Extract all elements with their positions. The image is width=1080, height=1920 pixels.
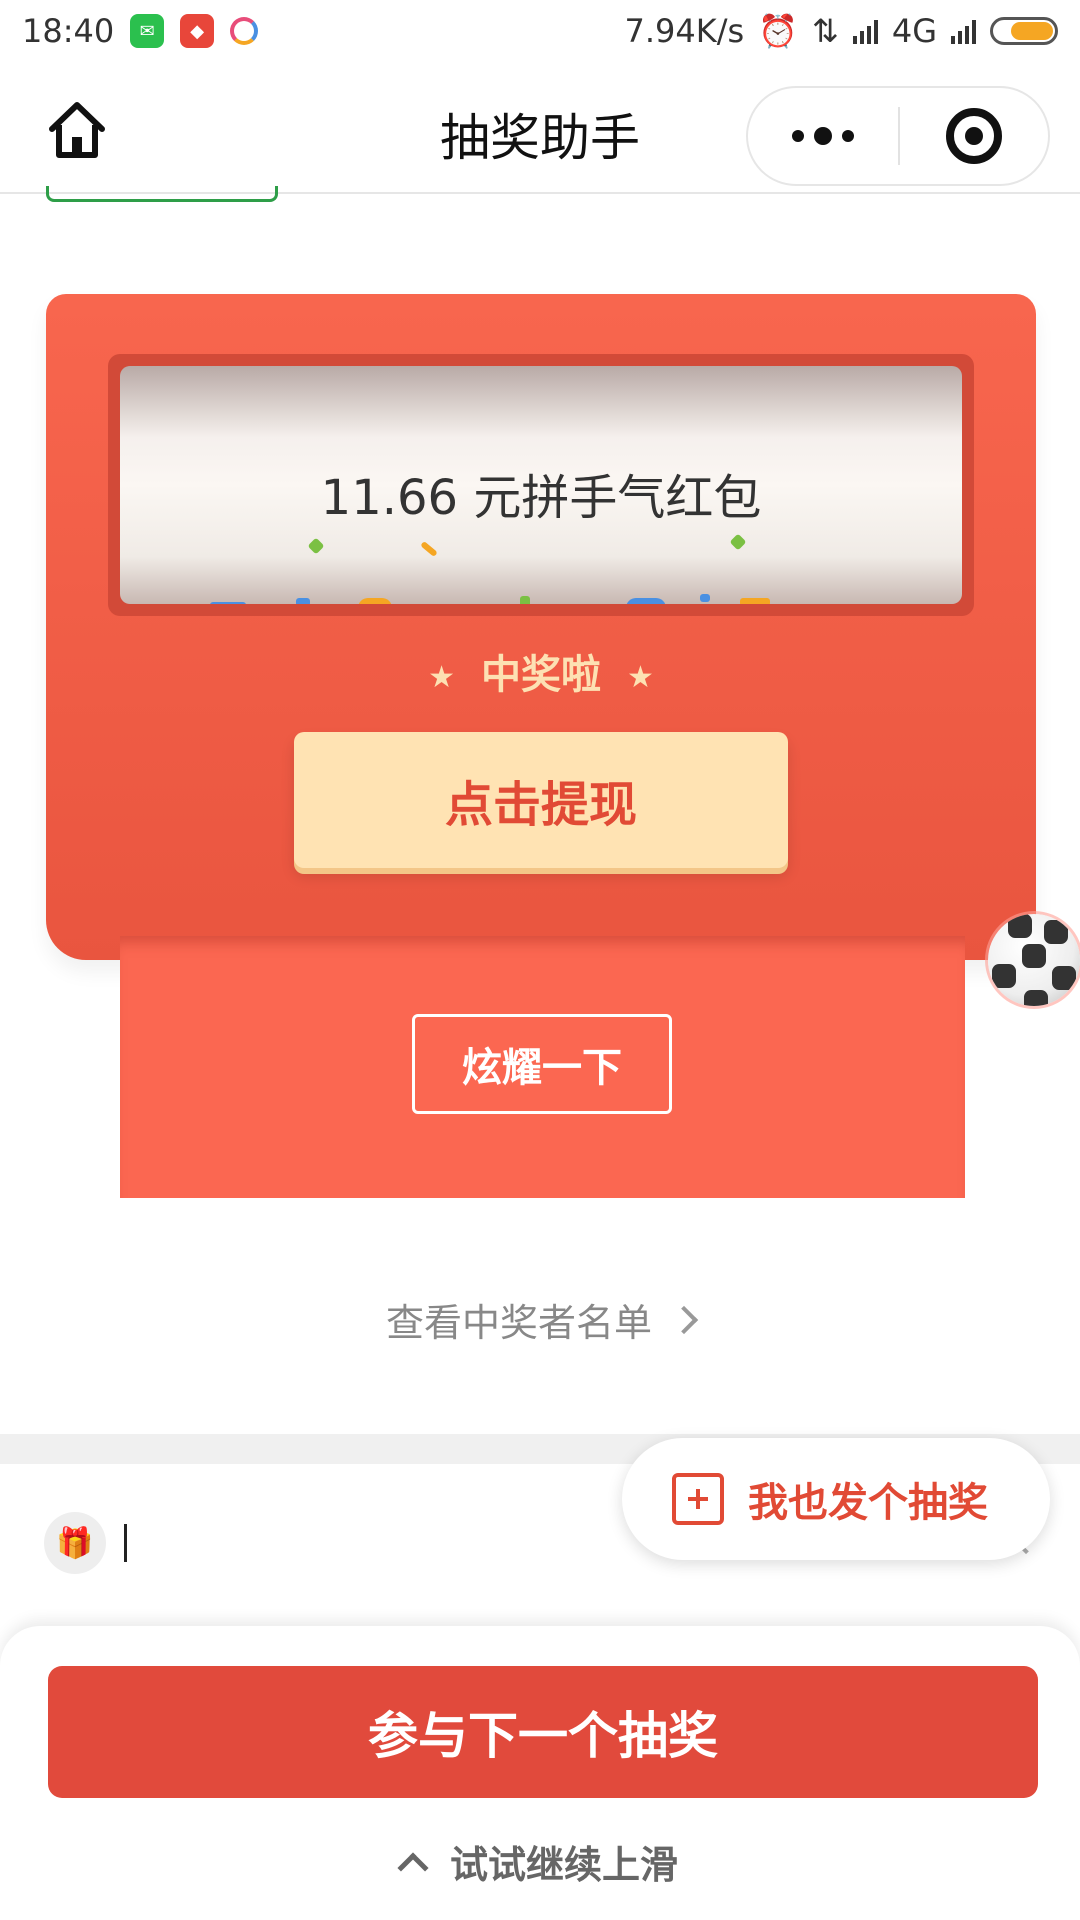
withdraw-button[interactable]: 点击提现 [294, 732, 788, 868]
create-lottery-button[interactable]: 我也发个抽奖 [622, 1438, 1050, 1560]
confetti-piece [626, 598, 666, 604]
prize-display: 11.66 元拼手气红包 [120, 366, 962, 604]
more-dots-icon[interactable] [748, 88, 898, 184]
battery-icon [990, 17, 1058, 45]
star-icon: ★ [428, 659, 455, 695]
status-time: 18:40 [22, 12, 115, 50]
swipe-up-label: 试试继续上滑 [449, 1843, 678, 1887]
signal-icon [852, 18, 878, 44]
status-bar: 18:40 ✉ ◆ 7.94K/s ⏰ ⇅ 4G [0, 0, 1080, 62]
network-type: 4G [891, 12, 937, 50]
win-label: ★ 中奖啦 ★ [46, 642, 1036, 700]
soccer-ball-icon[interactable] [988, 914, 1080, 1006]
confetti-piece [210, 602, 246, 604]
text-cursor [124, 1524, 127, 1562]
plus-box-icon [672, 1473, 724, 1525]
share-panel: 炫耀一下 [120, 936, 965, 1198]
capsule-menu [746, 86, 1050, 186]
green-tab-edge [46, 186, 278, 202]
app-red-icon: ◆ [180, 14, 215, 48]
swipe-up-hint[interactable]: 试试继续上滑 [0, 1834, 1080, 1889]
confetti-piece [740, 598, 770, 604]
confetti-piece [700, 594, 710, 602]
target-close-icon[interactable] [900, 108, 1048, 164]
app-ring-icon [230, 17, 259, 45]
wechat-icon: ✉ [130, 14, 165, 48]
win-text: 中奖啦 [481, 652, 601, 698]
view-winners-link[interactable]: 查看中奖者名单 [0, 1292, 1080, 1347]
star-icon: ★ [627, 659, 654, 695]
net-speed: 7.94K/s [624, 12, 745, 50]
prize-card: 11.66 元拼手气红包 ★ 中奖啦 ★ 点击提现 [46, 294, 1036, 960]
gift-box-icon: 🎁 [44, 1512, 106, 1574]
confetti-piece [307, 537, 325, 555]
show-off-button[interactable]: 炫耀一下 [412, 1014, 672, 1114]
alarm-icon: ⏰ [758, 12, 799, 50]
confetti-piece [296, 598, 310, 604]
prize-frame: 11.66 元拼手气红包 [108, 354, 974, 616]
prize-text: 11.66 元拼手气红包 [320, 470, 762, 526]
data-arrows-icon: ⇅ [812, 12, 839, 50]
confetti-piece [420, 540, 438, 558]
chevron-up-icon [397, 1851, 429, 1884]
bottom-sheet: 参与下一个抽奖 试试继续上滑 [0, 1626, 1080, 1920]
confetti-piece [520, 596, 530, 604]
chevron-right-icon [669, 1305, 699, 1334]
confetti-piece [729, 533, 747, 551]
create-lottery-label: 我也发个抽奖 [748, 1480, 988, 1526]
confetti-piece [358, 598, 392, 604]
view-winners-label: 查看中奖者名单 [385, 1301, 652, 1345]
nav-bar: 抽奖助手 [0, 62, 1080, 194]
signal-icon-2 [951, 18, 976, 44]
join-next-lottery-button[interactable]: 参与下一个抽奖 [48, 1666, 1038, 1798]
